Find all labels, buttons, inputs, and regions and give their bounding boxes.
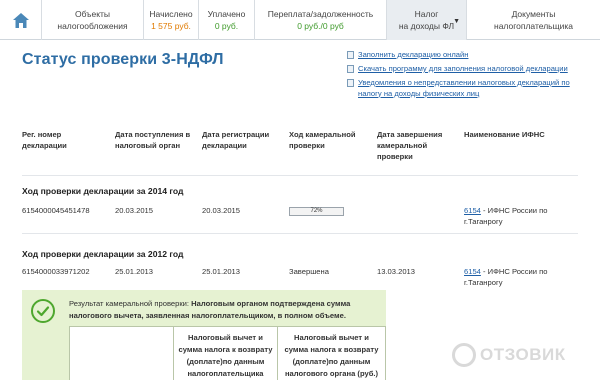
tab-taxable-objects[interactable]: Объекты налогообложения <box>42 0 144 40</box>
watermark-text: ОТЗОВИК <box>480 345 566 364</box>
tab-label: Переплата/задолженность <box>267 9 374 19</box>
check-status: Завершена <box>289 267 329 276</box>
tab-label: Налог <box>414 9 439 19</box>
column-header: Ход камеральной проверки <box>289 130 356 150</box>
registered-date: 20.03.2015 <box>202 206 241 215</box>
column-header: Дата поступления в налоговый орган <box>115 130 191 150</box>
result-label: Результат камеральной проверки: <box>69 299 192 308</box>
tab-label: налогообложения <box>57 21 128 31</box>
accrued-amount: 1 575 руб. <box>151 21 191 31</box>
check-result-panel: Результат камеральной проверки: Налоговы… <box>22 290 386 380</box>
column-header: Дата завершения камеральной проверки <box>377 130 443 161</box>
result-text: Результат камеральной проверки: Налоговы… <box>69 298 379 322</box>
home-button[interactable] <box>0 0 42 40</box>
tab-paid[interactable]: Уплачено 0 руб. <box>199 0 255 40</box>
result-column-header: Налоговый вычет и сумма налога к возврат… <box>174 327 278 380</box>
overpayment-amount: 0 руб./0 руб <box>297 21 344 31</box>
column-header: Дата регистрации декларации <box>202 130 270 150</box>
column-header: Рег. номер декларации <box>22 130 67 150</box>
result-column-header: Налоговый вычет и сумма налога к возврат… <box>278 327 386 380</box>
ifns-name: 6154 - ИФНС России по г.Таганрогу <box>464 266 584 288</box>
chevron-down-icon: ▼ <box>453 18 460 25</box>
fill-declaration-online-link[interactable]: Заполнить декларацию онлайн <box>358 50 468 61</box>
document-icon <box>347 65 354 73</box>
completed-date: 13.03.2013 <box>377 267 416 276</box>
reg-number: 6154000033971202 <box>22 267 90 276</box>
tab-personal-income-tax[interactable]: Налог на доходы ФЛ ▼ <box>387 0 467 40</box>
received-date: 25.01.2013 <box>115 267 154 276</box>
document-icon <box>347 51 354 59</box>
tab-accrued[interactable]: Начислено 1 575 руб. <box>144 0 199 40</box>
link-row: Заполнить декларацию онлайн <box>347 50 587 61</box>
tab-label: на доходы ФЛ <box>398 21 455 31</box>
ifns-code-link[interactable]: 6154 <box>464 267 481 276</box>
reg-number: 6154000045451478 <box>22 206 90 215</box>
checkmark-icon <box>31 299 55 323</box>
tab-label: Начислено <box>149 9 193 19</box>
tab-label: Объекты <box>74 9 111 19</box>
link-row: Скачать программу для заполнения налогов… <box>347 64 587 75</box>
tab-overpayment-debt[interactable]: Переплата/задолженность 0 руб./0 руб <box>255 0 387 40</box>
action-links: Заполнить декларацию онлайн Скачать прог… <box>347 50 587 103</box>
tab-label: Уплачено <box>207 9 246 19</box>
house-icon <box>12 12 29 28</box>
download-program-link[interactable]: Скачать программу для заполнения налогов… <box>358 64 568 75</box>
column-header: Наименование ИФНС <box>464 130 545 139</box>
divider <box>22 233 578 234</box>
check-progress-bar: 72% <box>289 207 344 216</box>
tab-label: налогоплательщика <box>494 21 573 31</box>
registered-date: 25.01.2013 <box>202 267 241 276</box>
result-table: Налоговый вычет и сумма налога к возврат… <box>69 326 386 380</box>
top-navigation: Объекты налогообложения Начислено 1 575 … <box>0 0 600 40</box>
received-date: 20.03.2015 <box>115 206 154 215</box>
paid-amount: 0 руб. <box>214 21 239 31</box>
non-submission-notices-link[interactable]: Уведомления о непредставлении налоговых … <box>358 78 587 99</box>
tab-taxpayer-documents[interactable]: Документы налогоплательщика <box>467 0 600 40</box>
ifns-name: 6154 - ИФНС России по г.Таганрогу <box>464 205 584 227</box>
ifns-code-link[interactable]: 6154 <box>464 206 481 215</box>
progress-label: 72% <box>310 208 323 214</box>
group-title-2014: Ход проверки декларации за 2014 год <box>22 186 184 196</box>
divider <box>22 175 578 176</box>
document-icon <box>347 79 354 87</box>
page-title: Статус проверки 3-НДФЛ <box>22 51 224 68</box>
group-title-2012: Ход проверки декларации за 2012 год <box>22 249 184 259</box>
link-row: Уведомления о непредставлении налоговых … <box>347 78 587 99</box>
watermark-logo-icon <box>452 343 476 367</box>
watermark: ОТЗОВИК <box>452 340 592 370</box>
tab-label: Документы <box>511 9 556 19</box>
result-column-header <box>70 327 174 380</box>
